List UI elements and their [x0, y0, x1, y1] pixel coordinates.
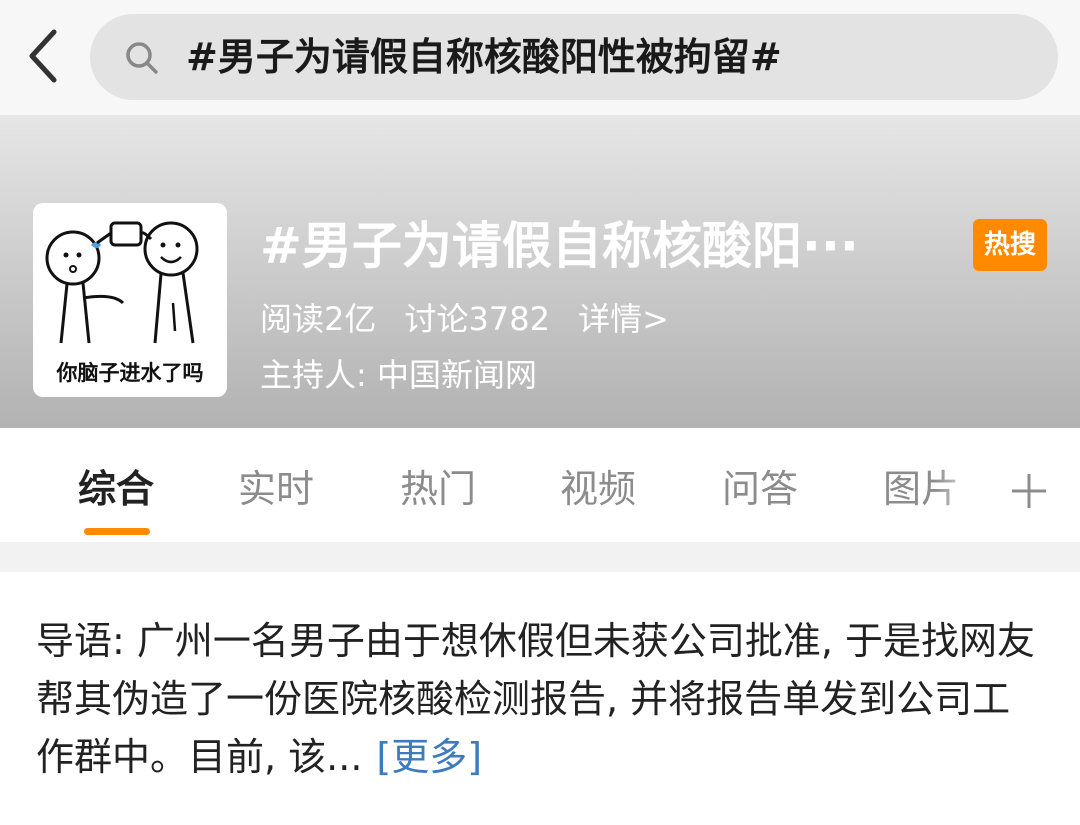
- search-icon: [126, 42, 158, 74]
- tab-video[interactable]: 视频: [560, 466, 636, 512]
- topic-title: #男子为请假自称核酸阳···: [260, 217, 859, 275]
- more-link[interactable]: [更多]: [376, 735, 482, 779]
- top-bar: #男子为请假自称核酸阳性被拘留#: [0, 0, 1080, 115]
- active-tab-indicator: [84, 528, 150, 535]
- thumbnail-caption: 你脑子进水了吗: [56, 361, 204, 385]
- topic-stats: 阅读2亿 讨论3782 详情>: [260, 297, 687, 341]
- intro-text: 导语: 广州一名男子由于想休假但未获公司批准, 于是找网友帮其伪造了一份医院核酸…: [36, 619, 1036, 779]
- meme-illustration: [45, 221, 199, 344]
- search-query: #男子为请假自称核酸阳性被拘留#: [186, 35, 782, 79]
- section-divider: [0, 542, 1080, 572]
- tab-hot[interactable]: 热门: [400, 466, 476, 512]
- details-link[interactable]: 详情>: [578, 300, 669, 338]
- plus-icon[interactable]: [1008, 470, 1050, 512]
- discussion-count: 讨论3782: [404, 300, 550, 338]
- back-button[interactable]: [22, 26, 66, 86]
- tab-qa[interactable]: 问答: [722, 466, 798, 512]
- topic-host: 主持人: 中国新闻网: [260, 356, 537, 394]
- topic-header: 你脑子进水了吗 #男子为请假自称核酸阳··· 热搜 阅读2亿 讨论3782 详情…: [0, 115, 1080, 428]
- topic-intro: 导语: 广州一名男子由于想休假但未获公司批准, 于是找网友帮其伪造了一份医院核酸…: [36, 612, 1046, 786]
- tab-overflow-fade: [935, 458, 1005, 518]
- read-count: 阅读2亿: [260, 300, 377, 338]
- tab-realtime[interactable]: 实时: [238, 466, 314, 512]
- back-arrow-icon: [29, 29, 57, 83]
- tab-bar: 综合 实时 热门 视频 问答 图片: [0, 428, 1080, 542]
- hot-search-badge: 热搜: [973, 219, 1047, 271]
- topic-thumbnail[interactable]: 你脑子进水了吗: [33, 203, 227, 397]
- tab-comprehensive[interactable]: 综合: [78, 466, 154, 512]
- search-input[interactable]: #男子为请假自称核酸阳性被拘留#: [90, 14, 1058, 100]
